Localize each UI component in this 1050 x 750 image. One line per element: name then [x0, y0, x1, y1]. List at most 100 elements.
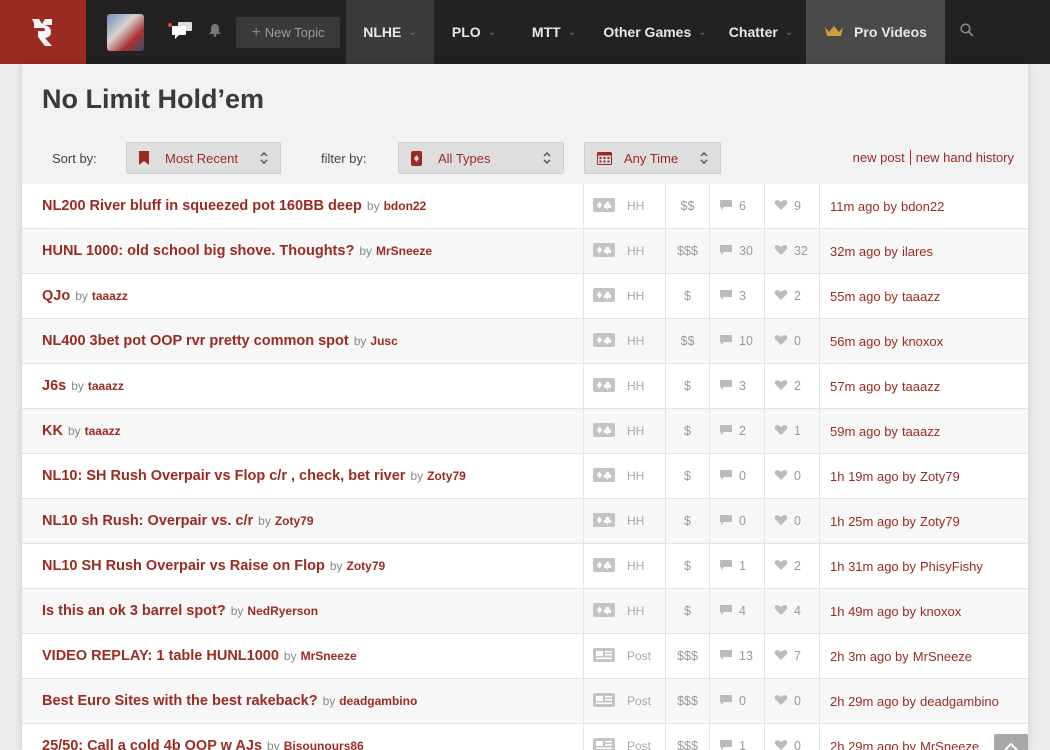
thread-author-link[interactable]: Jusc: [370, 334, 397, 348]
by-label: by: [366, 199, 380, 213]
last-activity-time[interactable]: 55m ago by: [830, 289, 898, 304]
chevron-down-icon: ⌄: [698, 26, 707, 38]
last-activity-time[interactable]: 2h 29m ago by: [830, 694, 916, 709]
thread-title-link[interactable]: NL400 3bet pot OOP rvr pretty common spo…: [42, 333, 349, 349]
last-activity-user[interactable]: knoxox: [920, 604, 961, 619]
last-activity-time[interactable]: 2h 29m ago by: [830, 739, 916, 750]
thread-row[interactable]: NL10 sh Rush: Overpair vs. c/r by Zoty79 HH…: [22, 499, 1028, 544]
thread-title-cell: QJo by taaazz: [22, 274, 584, 318]
thread-row[interactable]: VIDEO REPLAY: 1 table HUNL1000 by MrSneeze…: [22, 634, 1028, 679]
thread-title-link[interactable]: VIDEO REPLAY: 1 table HUNL1000: [42, 648, 279, 664]
nav-item-mtt[interactable]: MTT ⌄: [514, 0, 594, 64]
last-activity-time[interactable]: 1h 19m ago by: [830, 469, 916, 484]
last-activity-time[interactable]: 57m ago by: [830, 379, 898, 394]
thread-stakes: $: [666, 454, 710, 498]
thread-author-link[interactable]: MrSneeze: [376, 244, 432, 258]
thread-title-cell: NL10 sh Rush: Overpair vs. c/r by Zoty79: [22, 499, 584, 543]
thread-author-link[interactable]: bdon22: [384, 199, 427, 213]
thread-author-link[interactable]: NedRyerson: [247, 604, 318, 618]
nav-item-chatter[interactable]: Chatter ⌄: [716, 0, 806, 64]
avatar[interactable]: [106, 13, 144, 51]
logo-icon[interactable]: [0, 0, 86, 64]
last-activity-time[interactable]: 1h 25m ago by: [830, 514, 916, 529]
thread-title-link[interactable]: Best Euro Sites with the best rakeback?: [42, 693, 318, 709]
thread-row[interactable]: Best Euro Sites with the best rakeback? b…: [22, 679, 1028, 724]
thread-row[interactable]: Is this an ok 3 barrel spot? by NedRyerson…: [22, 589, 1028, 634]
thread-row[interactable]: J6s by taaazz HH $3 2 57m ago by taaazz: [22, 364, 1028, 409]
last-activity-user[interactable]: MrSneeze: [913, 649, 972, 664]
thread-author-link[interactable]: taaazz: [85, 424, 121, 438]
thread-list: NL200 River bluff in squeezed pot 160BB …: [22, 184, 1028, 750]
last-activity-time[interactable]: 1h 31m ago by: [830, 559, 916, 574]
last-activity-user[interactable]: Zoty79: [920, 514, 960, 529]
thread-row[interactable]: QJo by taaazz HH $3 2 55m ago by taaazz: [22, 274, 1028, 319]
last-activity-time[interactable]: 2h 3m ago by: [830, 649, 909, 664]
thread-author-link[interactable]: taaazz: [92, 289, 128, 303]
last-activity-user[interactable]: MrSneeze: [920, 739, 979, 750]
thread-type-cell: Post: [584, 679, 666, 723]
thread-row[interactable]: NL10: SH Rush Overpair vs Flop c/r , che…: [22, 454, 1028, 499]
thread-title-link[interactable]: NL10: SH Rush Overpair vs Flop c/r , che…: [42, 468, 405, 484]
nav-item-nlhe[interactable]: NLHE ⌄: [346, 0, 434, 64]
thread-title-link[interactable]: NL10 sh Rush: Overpair vs. c/r: [42, 513, 253, 529]
thread-title-link[interactable]: 25/50: Call a cold 4b OOP w AJs: [42, 738, 262, 750]
sort-select[interactable]: Most Recent: [126, 142, 281, 174]
time-filter-select[interactable]: Any Time: [584, 142, 721, 174]
thread-title-link[interactable]: J6s: [42, 378, 66, 394]
thread-row[interactable]: HUNL 1000: old school big shove. Thought…: [22, 229, 1028, 274]
last-activity-time[interactable]: 59m ago by: [830, 424, 898, 439]
thread-row[interactable]: NL10 SH Rush Overpair vs Raise on Flop by…: [22, 544, 1028, 589]
thread-row[interactable]: NL200 River bluff in squeezed pot 160BB …: [22, 184, 1028, 229]
thread-author-link[interactable]: Zoty79: [275, 514, 314, 528]
last-activity-time[interactable]: 11m ago by: [830, 199, 897, 214]
bell-icon[interactable]: [208, 23, 222, 42]
by-label: by: [67, 424, 81, 438]
thread-title-link[interactable]: NL10 SH Rush Overpair vs Raise on Flop: [42, 558, 325, 574]
last-activity-user[interactable]: ilares: [902, 244, 933, 259]
heart-icon: [774, 469, 788, 484]
last-activity-user[interactable]: deadgambino: [920, 694, 999, 709]
search-button[interactable]: [945, 0, 989, 64]
thread-title-link[interactable]: NL200 River bluff in squeezed pot 160BB …: [42, 198, 362, 214]
updown-arrows-icon: [700, 151, 708, 168]
nav-item-other-games[interactable]: Other Games ⌄: [594, 0, 716, 64]
thread-author-link[interactable]: Zoty79: [427, 469, 466, 483]
last-activity-user[interactable]: taaazz: [902, 289, 940, 304]
last-activity-user[interactable]: taaazz: [902, 379, 940, 394]
thread-row[interactable]: NL400 3bet pot OOP rvr pretty common spo…: [22, 319, 1028, 364]
thread-stakes: $$$: [666, 634, 710, 678]
last-activity-time[interactable]: 32m ago by: [830, 244, 898, 259]
thread-author-link[interactable]: taaazz: [88, 379, 124, 393]
thread-title-link[interactable]: QJo: [42, 288, 70, 304]
last-activity-user[interactable]: taaazz: [902, 424, 940, 439]
likes-cell: 2: [765, 274, 820, 318]
comment-icon: [719, 334, 733, 349]
nav-item-pro-videos[interactable]: Pro Videos: [806, 0, 945, 64]
new-hand-history-link[interactable]: new hand history: [916, 150, 1014, 165]
thread-author-link[interactable]: Zoty79: [347, 559, 386, 573]
last-activity-time[interactable]: 56m ago by: [830, 334, 898, 349]
last-activity-user[interactable]: Zoty79: [920, 469, 960, 484]
user-avatar-button[interactable]: [86, 0, 164, 64]
chat-bubbles-icon[interactable]: [170, 21, 194, 44]
type-filter-select[interactable]: All Types: [398, 142, 564, 174]
thread-title-link[interactable]: KK: [42, 423, 63, 439]
last-activity-user[interactable]: knoxox: [902, 334, 943, 349]
last-activity-time[interactable]: 1h 49m ago by: [830, 604, 916, 619]
replies-cell: 30: [710, 229, 765, 273]
thread-title-link[interactable]: HUNL 1000: old school big shove. Thought…: [42, 243, 354, 259]
thread-author-link[interactable]: deadgambino: [339, 694, 417, 708]
thread-row[interactable]: 25/50: Call a cold 4b OOP w AJs by Bisouno…: [22, 724, 1028, 750]
thread-author-link[interactable]: Bisounours86: [284, 739, 364, 750]
thread-title-cell: Is this an ok 3 barrel spot? by NedRyerson: [22, 589, 584, 633]
thread-row[interactable]: KK by taaazz HH $2 1 59m ago by taaazz: [22, 409, 1028, 454]
thread-title-link[interactable]: Is this an ok 3 barrel spot?: [42, 603, 226, 619]
nav-item-plo[interactable]: PLO ⌄: [434, 0, 514, 64]
new-topic-button[interactable]: + New Topic: [236, 17, 340, 48]
scroll-to-top-button[interactable]: [994, 734, 1028, 750]
last-activity-user[interactable]: PhisyFishy: [920, 559, 983, 574]
last-activity-user[interactable]: bdon22: [901, 199, 944, 214]
thread-author-link[interactable]: MrSneeze: [301, 649, 357, 663]
by-label: by: [267, 739, 280, 750]
new-post-link[interactable]: new post: [853, 150, 905, 165]
